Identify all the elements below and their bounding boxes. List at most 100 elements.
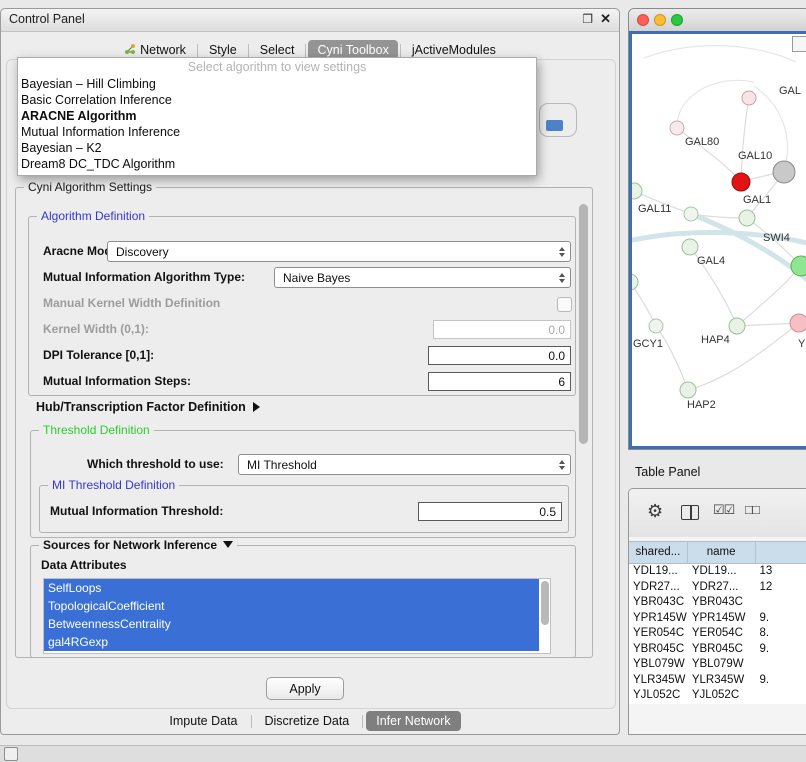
table-row[interactable]: YBL079WYBL079W xyxy=(629,657,806,673)
close-icon[interactable]: ✕ xyxy=(600,11,611,27)
attribute-item-selfloops[interactable]: SelfLoops xyxy=(44,579,539,597)
corner-button[interactable] xyxy=(792,36,806,52)
table-cell: YLR345W xyxy=(629,673,688,689)
zoom-button[interactable] xyxy=(671,14,683,26)
network-node[interactable] xyxy=(632,274,638,290)
network-node[interactable] xyxy=(773,161,795,183)
threshold-definition-title: Threshold Definition xyxy=(39,423,154,437)
data-attributes-list[interactable]: SelfLoopsTopologicalCoefficientBetweenne… xyxy=(43,578,551,654)
hub-section-toggle[interactable]: Hub/Transcription Factor Definition xyxy=(36,400,260,414)
sources-group-title[interactable]: Sources for Network Inference xyxy=(39,538,237,552)
mi-threshold-field[interactable]: 0.5 xyxy=(418,502,562,521)
table-row[interactable]: YBR043CYBR043C xyxy=(629,595,806,611)
node-label-swi4: SWI4 xyxy=(763,232,790,244)
algorithm-option-basic-correlation-inference[interactable]: Basic Correlation Inference xyxy=(18,92,536,108)
settings-scrollbar[interactable] xyxy=(579,202,588,649)
mi-threshold-group: MI Threshold Definition Mutual Informati… xyxy=(39,485,569,533)
sources-title-text: Sources for Network Inference xyxy=(43,538,217,552)
mi-steps-field[interactable]: 6 xyxy=(428,372,571,391)
which-threshold-select[interactable]: MI Threshold xyxy=(238,454,571,475)
table-row[interactable]: YDR27...YDR27...12 xyxy=(629,580,806,596)
deselect-all-icon[interactable]: □□ xyxy=(745,502,759,517)
table-cell: 13 xyxy=(755,564,806,580)
table-cell: YBR043C xyxy=(688,595,756,611)
network-node[interactable] xyxy=(649,319,663,333)
table-row[interactable]: YBR045CYBR045C9. xyxy=(629,642,806,658)
table-cell: YBL079W xyxy=(629,657,688,673)
tab-label: Cyni Toolbox xyxy=(317,43,388,57)
tab-divider xyxy=(197,44,198,57)
tab-label: Discretize Data xyxy=(265,714,350,728)
control-panel-titlebar[interactable]: Control Panel ❐ ✕ xyxy=(1,9,619,32)
network-node[interactable] xyxy=(680,382,696,398)
minimize-button[interactable] xyxy=(654,14,666,26)
gear-icon[interactable]: ⚙ xyxy=(647,501,663,522)
network-node[interactable] xyxy=(729,318,745,334)
table-toolbar: ⚙ ☑☑ □□ xyxy=(629,489,806,537)
network-node[interactable] xyxy=(632,183,642,199)
algorithm-dropdown-popup: Select algorithm to view settings Bayesi… xyxy=(17,57,537,176)
algorithm-option-aracne-algorithm[interactable]: ARACNE Algorithm xyxy=(18,108,536,124)
network-node[interactable] xyxy=(684,207,698,221)
node-label-y: Y xyxy=(798,338,806,350)
table-cell: YPR145W xyxy=(688,611,756,627)
tab-divider xyxy=(362,715,363,728)
algorithm-option-bayesian-k2[interactable]: Bayesian – K2 xyxy=(18,140,536,156)
chevron-down-icon xyxy=(223,541,233,548)
list-scrollbar-thumb[interactable] xyxy=(541,581,549,625)
tab-label: jActiveModules xyxy=(412,43,496,57)
network-node[interactable] xyxy=(790,314,806,332)
partially-hidden-button[interactable] xyxy=(539,103,577,137)
kernel-width-field[interactable]: 0.0 xyxy=(433,320,571,339)
network-node[interactable] xyxy=(739,210,755,226)
settings-scrollbar-thumb[interactable] xyxy=(579,204,588,444)
network-node[interactable] xyxy=(670,121,684,135)
table-row[interactable]: YPR145WYPR145W9. xyxy=(629,611,806,627)
algorithm-option-mutual-information-inference[interactable]: Mutual Information Inference xyxy=(18,124,536,140)
column-header-name[interactable]: name xyxy=(688,542,756,563)
aracne-mode-select[interactable]: Discovery xyxy=(107,241,571,262)
attribute-item-topologicalcoefficient[interactable]: TopologicalCoefficient xyxy=(44,597,539,615)
network-node[interactable] xyxy=(791,256,806,276)
tab-discretize-data[interactable]: Discretize Data xyxy=(255,711,360,731)
tab-infer-network[interactable]: Infer Network xyxy=(366,711,460,731)
mi-steps-value: 6 xyxy=(558,375,565,389)
attribute-item-gal4rgexp[interactable]: gal4RGexp xyxy=(44,633,539,651)
node-label-gal: GAL xyxy=(779,85,801,97)
mi-threshold-value: 0.5 xyxy=(539,505,556,519)
table-row[interactable]: YDL19...YDL19...13 xyxy=(629,564,806,580)
bottom-tabs: Impute Data Discretize Data Infer Network xyxy=(1,710,619,732)
algorithm-option-dream8-dc-tdc-algorithm[interactable]: Dream8 DC_TDC Algorithm xyxy=(18,156,536,172)
column-header-2[interactable] xyxy=(756,542,806,563)
network-canvas[interactable]: GALGAL80GAL10GAL11GAL1SWI4GAL4GCY1HAP4HA… xyxy=(629,31,806,449)
node-table: shared...name YDL19...YDL19...13YDR27...… xyxy=(629,541,806,704)
tab-label: Select xyxy=(260,43,295,57)
table-cell: YJL052C xyxy=(688,688,756,704)
network-titlebar[interactable] xyxy=(629,9,806,32)
tab-impute-data[interactable]: Impute Data xyxy=(159,711,247,731)
faint-edges xyxy=(644,46,796,172)
close-button[interactable] xyxy=(637,14,649,26)
table-row[interactable]: YLR345WYLR345W9. xyxy=(629,673,806,689)
collapsed-panel-icon[interactable] xyxy=(4,747,18,761)
chevron-right-icon xyxy=(253,402,260,412)
table-cell: YER054C xyxy=(629,626,688,642)
select-all-icon[interactable]: ☑☑ xyxy=(713,502,734,518)
data-attributes-label: Data Attributes xyxy=(41,558,127,572)
columns-icon[interactable] xyxy=(681,505,699,520)
column-header-shared[interactable]: shared... xyxy=(629,542,688,563)
dpi-tolerance-field[interactable]: 0.0 xyxy=(428,346,571,365)
table-row[interactable]: YER054CYER054C8. xyxy=(629,626,806,642)
algorithm-option-bayesian-hill-climbing[interactable]: Bayesian – Hill Climbing xyxy=(18,76,536,92)
apply-button[interactable]: Apply xyxy=(266,677,344,700)
network-node[interactable] xyxy=(742,91,756,105)
mi-type-select[interactable]: Naive Bayes xyxy=(274,267,571,288)
stepper-arrows-icon xyxy=(559,268,565,287)
attribute-item-betweennesscentrality[interactable]: BetweennessCentrality xyxy=(44,615,539,633)
table-row[interactable]: YJL052CYJL052C xyxy=(629,688,806,704)
manual-kernel-checkbox[interactable] xyxy=(557,297,572,312)
network-node[interactable] xyxy=(732,173,750,191)
thick-edges xyxy=(632,214,806,282)
float-window-icon[interactable]: ❐ xyxy=(582,12,593,26)
network-node[interactable] xyxy=(682,239,698,255)
